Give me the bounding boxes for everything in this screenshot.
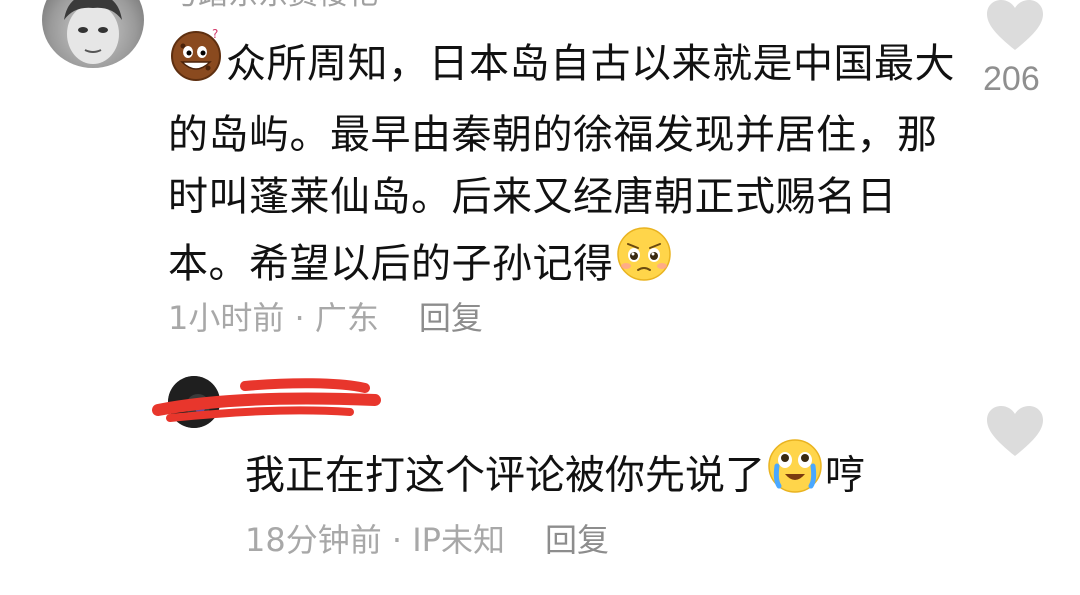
reply-button[interactable]: 回复: [419, 299, 483, 337]
comment-meta: 1小时前 · 广东 回复: [168, 298, 483, 338]
reply-text-before: 我正在打这个评论被你先说了: [245, 452, 765, 499]
heart-icon: [987, 406, 1043, 456]
heart-icon: [987, 0, 1043, 50]
reply-time-location: 18分钟前 · IP未知: [245, 521, 505, 559]
reply-reply-button[interactable]: 回复: [545, 521, 609, 559]
grinning-cookie-emoji: ?: [168, 24, 226, 100]
like-button[interactable]: [985, 0, 1045, 54]
like-count: 206: [983, 60, 1040, 98]
crying-laughing-emoji: [765, 436, 825, 511]
comment-text: ? 众所周知，日本岛自古以来就是中国最大的岛屿。最早由秦朝的徐福发现并居住，那时…: [168, 27, 958, 304]
redaction-scribble: [152, 378, 381, 422]
comment-username[interactable]: 弓踏东东费楼祀: [168, 0, 378, 10]
avatar[interactable]: [42, 0, 144, 68]
comment-time-location: 1小时前 · 广东: [168, 299, 379, 337]
pleading-emoji: [614, 224, 674, 300]
comment-text-content: 众所周知，日本岛自古以来就是中国最大的岛屿。最早由秦朝的徐福发现并居住，那时叫蓬…: [168, 41, 955, 287]
reply-text: 我正在打这个评论被你先说了 哼: [245, 439, 865, 515]
reply-like-button[interactable]: [985, 404, 1045, 460]
reply-text-after: 哼: [825, 452, 865, 499]
reply-meta: 18分钟前 · IP未知 回复: [245, 520, 609, 560]
svg-text:?: ?: [212, 27, 219, 41]
